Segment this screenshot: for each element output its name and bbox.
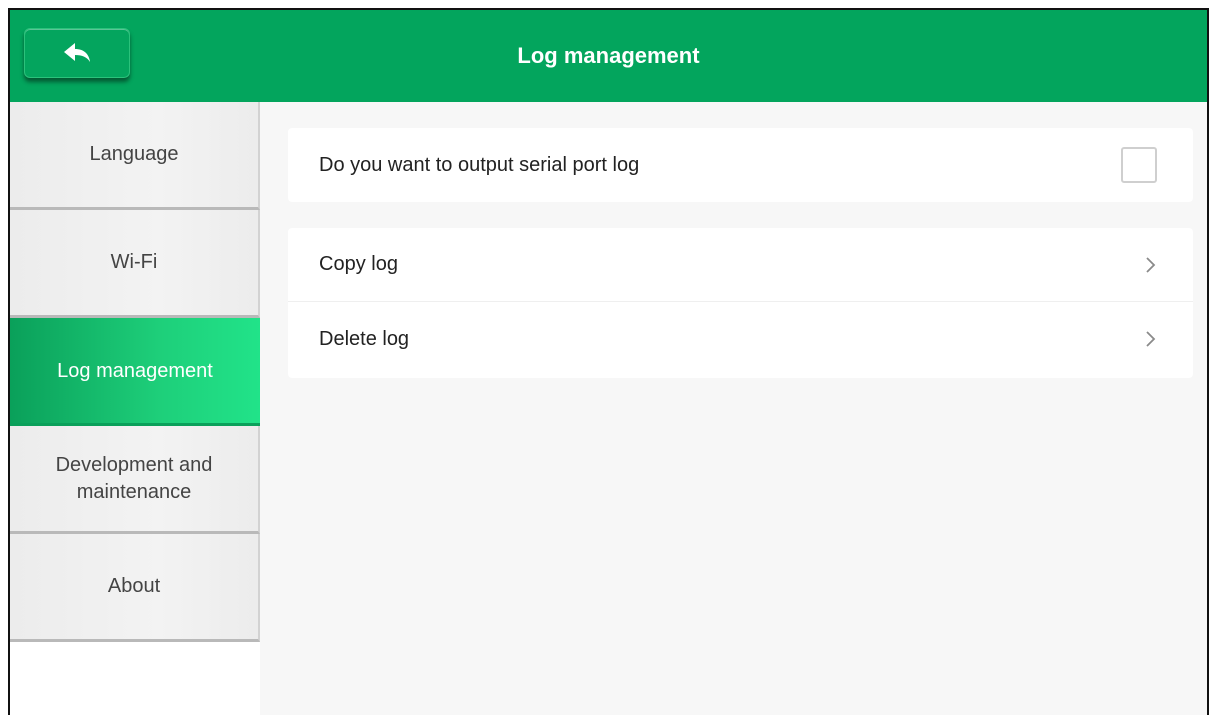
sidebar-item-log-management[interactable]: Log management [10,318,260,426]
delete-log-label: Delete log [319,327,410,350]
copy-log-label: Copy log [319,253,398,275]
sidebar-item-label: Language [89,143,179,165]
back-button[interactable] [24,28,130,78]
sidebar-item-development-maintenance[interactable]: Development and maintenance [10,426,260,534]
sidebar-item-label: Wi-Fi [110,251,158,273]
sidebar-item-language[interactable]: Language [10,102,260,210]
serial-log-label: Do you want to output serial port log [319,153,640,176]
copy-log-row[interactable]: Copy log [288,228,1193,302]
log-actions-card: Copy log Delete log [288,228,1193,378]
page-title: Log management [517,43,700,68]
chevron-right-icon [1146,331,1156,347]
main-content: Do you want to output serial port log Co… [260,102,1207,715]
delete-log-row[interactable]: Delete log [288,302,1193,376]
serial-log-card: Do you want to output serial port log [288,128,1193,202]
sidebar-item-wifi[interactable]: Wi-Fi [10,210,260,318]
sidebar: Language Wi-Fi Log management Developmen… [10,102,260,715]
sidebar-item-label: About [107,575,161,597]
back-arrow-icon [64,43,90,62]
top-bar: Log management [10,10,1207,102]
serial-log-row[interactable]: Do you want to output serial port log [288,128,1193,202]
sidebar-item-label: Log management [57,360,213,382]
sidebar-item-label: Development and maintenance [55,453,213,503]
app-window: Log management Language Wi-Fi Log manage… [8,8,1209,715]
sidebar-item-about[interactable]: About [10,534,260,642]
serial-log-checkbox[interactable] [1121,147,1157,183]
chevron-right-icon [1146,257,1156,273]
